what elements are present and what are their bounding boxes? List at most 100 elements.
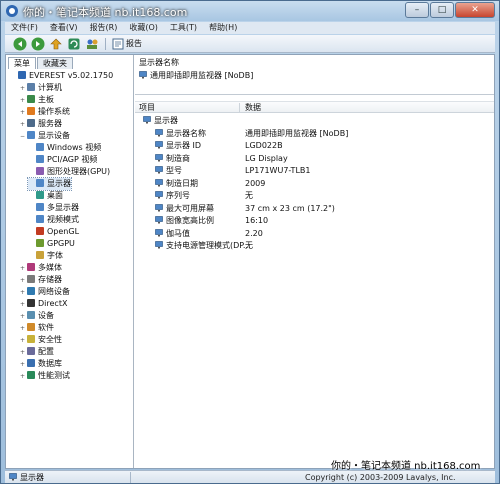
property-name-label: 制造商 (166, 153, 190, 163)
column-data-header[interactable]: 数据 (245, 102, 261, 113)
tree-item-label: 服务器 (38, 119, 62, 128)
property-icon (155, 241, 163, 249)
tree-item[interactable]: 图形处理器(GPU) (28, 166, 110, 178)
tree-item[interactable]: + 主板 (19, 94, 54, 106)
property-value: 2.20 (245, 228, 263, 238)
computer-icon (27, 83, 35, 91)
property-row[interactable]: 序列号 无 (135, 190, 494, 202)
tree-item[interactable]: + 计算机 (19, 82, 62, 94)
property-row[interactable]: 图像宽高比例 16:10 (135, 215, 494, 227)
property-name-label: 显示器名称 (166, 128, 206, 138)
expand-toggle-icon[interactable]: − (19, 131, 26, 143)
property-row[interactable]: 型号 LP171WU7-TLB1 (135, 165, 494, 177)
menu-file[interactable]: 文件(F) (5, 22, 44, 34)
menu-tools[interactable]: 工具(T) (164, 22, 203, 34)
minimize-button[interactable]: – (405, 2, 429, 18)
toolbar-divider (105, 37, 106, 50)
device-list-item-label: 通用即插即用监视器 [NoDB] (150, 71, 254, 80)
refresh-button[interactable] (67, 37, 81, 51)
tree-item[interactable]: + 存储器 (19, 274, 62, 286)
app-icon (6, 5, 18, 17)
users-button[interactable] (85, 37, 99, 51)
property-name: 伽马值 (155, 228, 190, 240)
up-button[interactable] (49, 37, 63, 51)
property-name: 显示器名称 (155, 128, 206, 140)
property-name-label: 最大可用屏幕 (166, 203, 214, 213)
tree-item[interactable]: + 安全性 (19, 334, 62, 346)
tree-item-label: 字体 (47, 251, 63, 260)
tree-item[interactable]: 显示器 (27, 177, 72, 191)
property-name-label: 显示器 ID (166, 141, 202, 150)
tree-item[interactable]: + 配置 (19, 346, 54, 358)
expand-toggle-icon[interactable]: + (19, 371, 26, 383)
tree-item[interactable]: + 多媒体 (19, 262, 62, 274)
benchmark-icon (27, 371, 35, 379)
property-name: 最大可用屏幕 (155, 203, 214, 215)
menu-view[interactable]: 查看(V) (44, 22, 84, 34)
property-row[interactable]: 支持电源管理模式(DP... 无 (135, 240, 494, 252)
tree-item[interactable]: + DirectX (19, 298, 67, 310)
section-label: 显示器 (143, 115, 178, 127)
desktop-icon (36, 191, 44, 199)
tree-item[interactable]: + 性能测试 (19, 370, 70, 382)
tree-item-label: 操作系统 (38, 107, 70, 116)
forward-button[interactable] (31, 37, 45, 51)
tree-item-label: 存储器 (38, 275, 62, 284)
tree-item[interactable]: 桌面 (28, 190, 63, 202)
tree-item[interactable]: PCI/AGP 视频 (28, 154, 97, 166)
os-icon (27, 107, 35, 115)
tree-item[interactable]: + 数据库 (19, 358, 62, 370)
monitor-icon (9, 473, 17, 481)
tree-item[interactable]: + 服务器 (19, 118, 62, 130)
property-name-label: 型号 (166, 166, 182, 175)
property-name-label: 图像宽高比例 (166, 216, 214, 225)
close-button[interactable]: ✕ (455, 2, 495, 18)
tree-item[interactable]: 字体 (28, 250, 63, 262)
tree-item-label: 网络设备 (38, 287, 70, 296)
tree-item-label: 数据库 (38, 359, 62, 368)
tree-item[interactable]: Windows 视频 (28, 142, 101, 154)
tree-item[interactable]: EVEREST v5.02.1750 (10, 70, 113, 82)
maximize-button[interactable]: □ (430, 2, 454, 18)
watermark-text: 你的・笔记本频道 nb.it168.com (23, 6, 188, 19)
tree-item[interactable]: OpenGL (28, 226, 79, 238)
property-name: 支持电源管理模式(DP... (155, 240, 251, 252)
property-name: 图像宽高比例 (155, 215, 214, 227)
tree-item[interactable]: 视频模式 (28, 214, 79, 226)
menu-favorites[interactable]: 收藏(O) (123, 22, 164, 34)
property-row[interactable]: 制造商 LG Display (135, 153, 494, 165)
devices-icon (27, 311, 35, 319)
tree-item[interactable]: + 设备 (19, 310, 54, 322)
report-button[interactable]: 报告 (112, 38, 142, 50)
device-box: 显示器名称 通用即插即用监视器 [NoDB] (135, 55, 494, 95)
property-row[interactable]: 显示器名称 通用即插即用监视器 [NoDB] (135, 128, 494, 140)
tree-item[interactable]: + 软件 (19, 322, 54, 334)
menu-report[interactable]: 报告(R) (84, 22, 124, 34)
gpu-icon (36, 167, 44, 175)
property-row[interactable]: 显示器 ID LGD022B (135, 140, 494, 152)
title-bar[interactable]: 你的・笔记本频道 nb.it168.com – □ ✕ (1, 1, 499, 21)
device-list-item[interactable]: 通用即插即用监视器 [NoDB] (139, 70, 253, 81)
tree-item-label: 安全性 (38, 335, 62, 344)
menu-help[interactable]: 帮助(H) (203, 22, 243, 34)
back-button[interactable] (13, 37, 27, 51)
property-icon (155, 166, 163, 174)
tree-item[interactable]: − 显示设备 (19, 130, 70, 142)
tree-item[interactable]: + 操作系统 (19, 106, 70, 118)
property-icon (155, 216, 163, 224)
tree-item[interactable]: + 网络设备 (19, 286, 70, 298)
property-row[interactable]: 最大可用屏幕 37 cm x 23 cm (17.2") (135, 203, 494, 215)
tree-item-label: OpenGL (47, 227, 80, 236)
tree-item[interactable]: 多显示器 (28, 202, 79, 214)
tree-item-label: 配置 (38, 347, 54, 356)
property-row[interactable]: 制造日期 2009 (135, 178, 494, 190)
tree-item-label: 桌面 (47, 191, 63, 200)
tab-menu[interactable]: 菜单 (8, 57, 36, 69)
property-row[interactable]: 伽马值 2.20 (135, 228, 494, 240)
status-left-label: 显示器 (20, 473, 44, 482)
tree-item[interactable]: GPGPU (28, 238, 75, 250)
column-item-header[interactable]: 项目 (139, 102, 155, 113)
report-label: 报告 (126, 39, 142, 48)
copyright-text: Copyright (c) 2003-2009 Lavalys, Inc. (305, 473, 456, 482)
tab-favorites[interactable]: 收藏夹 (37, 57, 73, 69)
